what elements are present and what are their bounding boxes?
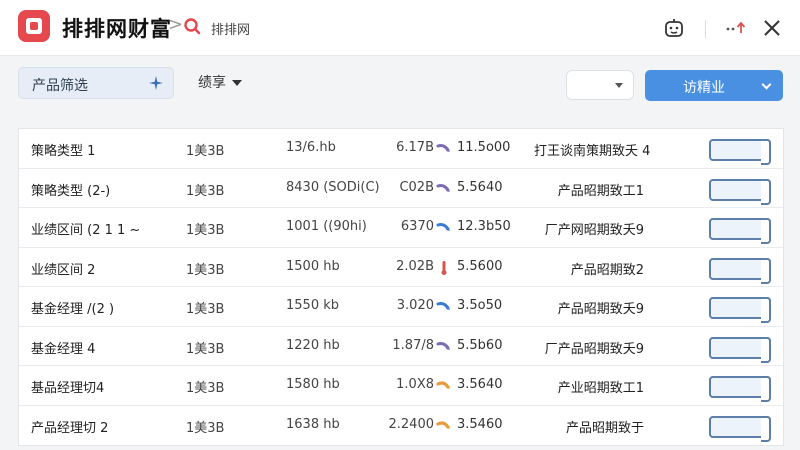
sort-dropdown-label: 绩享 [198,75,226,91]
row-col-a: 1美3B [186,341,225,357]
row-col-c: 1.87/8 [392,337,434,353]
row-col-c: 6.17B [396,140,434,155]
row-name: 基金经理 /(2 ) [31,302,115,317]
chevron-down-icon [615,83,623,88]
row-toggle[interactable] [709,415,771,442]
row-col-a: 1美3B [186,420,225,436]
more-icon[interactable] [722,14,750,42]
table-row[interactable]: 业绩区间 (2 1 1 ~ 1美3B 1001 ((90hi) 6370 12.3b50… [19,208,783,248]
row-col-a: 1美3B [186,381,225,396]
row-toggle[interactable] [709,139,771,165]
row-col-c: 2.02B [396,258,434,274]
title-bar: 排排网财富 > 排排网 [0,0,800,56]
row-col-d: 12.3b50 [457,219,511,234]
row-col-b: 8430 (SODi(C) [286,179,380,195]
row-col-c: 1.0X8 [396,377,434,392]
table-row[interactable]: 产品经理切 2 1美3B 1638 hb 2.2400 3.5460 产品昭期致于 [19,406,783,446]
row-description: 产业昭期致工1 [557,381,644,396]
row-col-a: 1美3B [186,223,225,238]
chevron-down-icon [232,80,242,86]
row-name: 基品经理切4 [31,381,105,396]
row-description: 产品昭期致2 [570,262,644,278]
row-col-c: 3.020 [396,298,434,313]
product-table: 策略类型 1 1美3B 13/6.hb 6.17B 11.5o00 打王谈南策期致夭 4策… [18,128,784,446]
row-toggle[interactable] [709,336,771,363]
breadcrumb-text[interactable]: 排排网 [211,19,250,38]
row-col-d: 5.5600 [457,258,503,274]
row-col-b: 1220 hb [286,337,340,353]
purple-arrow-icon [436,181,452,197]
titlebar-divider [705,20,706,38]
row-name: 策略类型 (2-) [31,183,111,199]
row-col-b: 1001 ((90hi) [286,219,367,234]
row-col-b: 1580 hb [286,377,340,392]
row-name: 业绩区间 2 [31,262,96,278]
product-filter-button[interactable]: 产品筛选 [18,67,174,99]
row-col-a: 1美3B [186,144,225,159]
row-col-c: C02B [399,179,434,195]
orange-arrow-icon [436,418,452,434]
row-col-d: 11.5o00 [457,140,511,155]
purple-arrow-icon [436,141,452,157]
sort-dropdown[interactable]: 绩享 [198,72,242,92]
table-row[interactable]: 策略类型 1 1美3B 13/6.hb 6.17B 11.5o00 打王谈南策期致夭 4 [19,129,783,169]
row-name: 策略类型 1 [31,144,96,159]
red-thermometer-icon [436,260,452,276]
breadcrumb-separator: > [168,14,184,35]
primary-action-button[interactable]: 访精业 [645,70,783,101]
table-row[interactable]: 策略类型 (2-) 1美3B 8430 (SODi(C) C02B 5.5640 产品昭期… [19,169,783,208]
row-toggle[interactable] [709,257,771,284]
logo-icon [18,10,50,42]
row-name: 业绩区间 (2 1 1 ~ [31,223,141,238]
table-row[interactable]: 基品经理切4 1美3B 1580 hb 1.0X8 3.5640 产业昭期致工1 [19,366,783,406]
row-toggle[interactable] [709,376,771,402]
blue-arrow-icon [436,220,452,236]
row-col-b: 1638 hb [286,416,340,432]
row-col-d: 3.5460 [457,416,503,432]
row-col-b: 1500 hb [286,258,340,274]
row-col-d: 3.5640 [457,377,503,392]
blue-arrow-icon [436,299,452,315]
table-row[interactable]: 基金经理 4 1美3B 1220 hb 1.87/8 5.5b60 厂产品昭期致夭9 [19,327,783,366]
primary-action-label: 访精业 [683,80,725,96]
robot-icon[interactable] [660,14,688,42]
row-description: 厂产品昭期致夭9 [544,341,644,357]
row-col-d: 5.5640 [457,179,503,195]
row-col-a: 1美3B [186,262,225,278]
row-name: 基金经理 4 [31,341,96,357]
row-toggle[interactable] [709,178,771,205]
row-name: 产品经理切 2 [31,420,109,436]
row-col-a: 1美3B [186,183,225,199]
row-description: 产品昭期致工1 [557,183,644,199]
table-row[interactable]: 基金经理 /(2 ) 1美3B 1550 kb 3.020 3.5o50 产品昭期致夭9 [19,287,783,327]
purple-arrow-icon [436,339,452,355]
row-col-d: 5.5b60 [457,337,503,353]
row-col-c: 2.2400 [388,416,435,432]
row-description: 产品昭期致于 [565,420,644,436]
orange-arrow-icon [436,378,452,394]
close-icon[interactable] [758,14,786,42]
search-icon[interactable] [183,17,201,35]
table-row[interactable]: 业绩区间 2 1美3B 1500 hb 2.02B 5.5600 产品昭期致2 [19,248,783,287]
row-description: 打王谈南策期致夭 4 [534,144,651,159]
chevron-down-icon [761,79,772,90]
app-title: 排排网财富 [62,17,172,41]
row-description: 产品昭期致夭9 [557,302,644,317]
row-toggle[interactable] [709,218,771,244]
row-col-b: 1550 kb [286,298,339,313]
row-col-d: 3.5o50 [457,298,503,313]
row-col-a: 1美3B [186,302,225,317]
row-description: 厂产网昭期致夭9 [544,223,644,238]
row-toggle[interactable] [709,297,771,323]
row-col-c: 6370 [400,219,434,234]
filter-select[interactable] [566,70,634,100]
row-col-b: 13/6.hb [286,140,336,155]
sparkle-icon [149,76,163,90]
product-filter-label: 产品筛选 [32,78,88,94]
